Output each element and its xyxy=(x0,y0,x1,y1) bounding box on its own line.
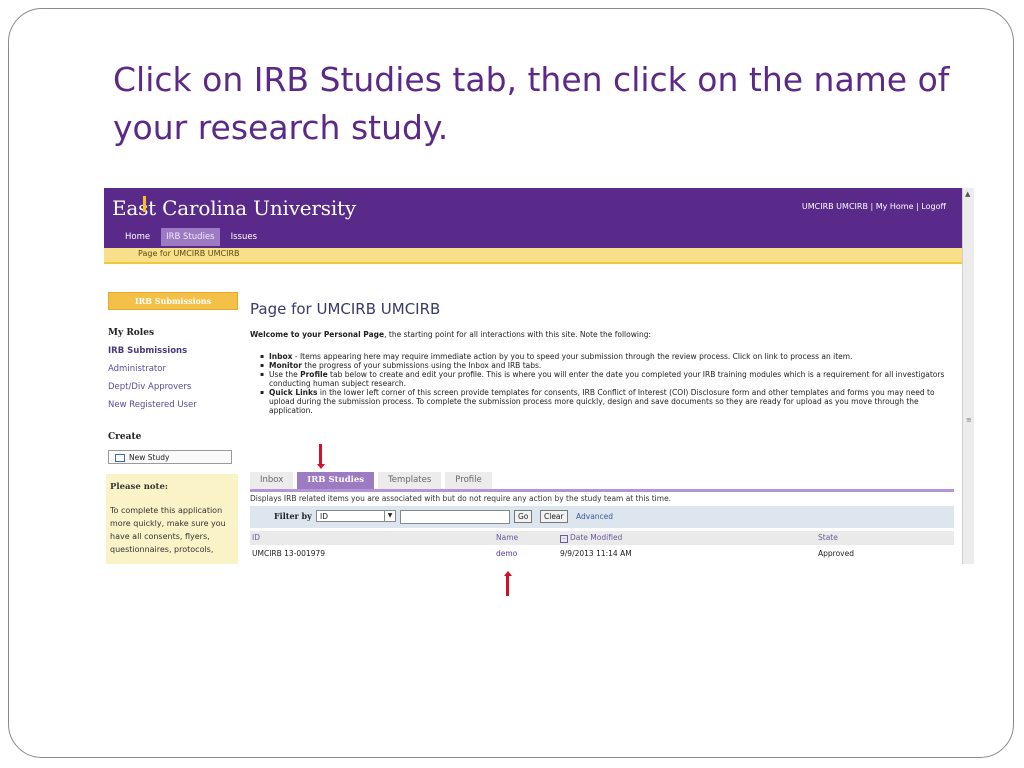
bullet-bold: Monitor xyxy=(269,361,302,370)
filter-label: Filter by xyxy=(274,511,312,521)
instruction-list: Inbox - Items appearing here may require… xyxy=(260,352,960,415)
header-bar: East Carolina University UMCIRB UMCIRB |… xyxy=(104,188,962,248)
logo-accent-mark xyxy=(143,196,146,212)
bullet-text: the progress of your submissions using t… xyxy=(301,361,542,370)
scroll-grip-icon: ≡ xyxy=(966,416,972,424)
new-study-button[interactable]: New Study xyxy=(108,450,232,464)
nav-tab-issues[interactable]: Issues xyxy=(226,228,262,246)
nav-tab-home[interactable]: Home xyxy=(120,228,155,246)
list-item: Inbox - Items appearing here may require… xyxy=(260,352,960,361)
study-tabs: Inbox IRB Studies Templates Profile xyxy=(250,472,492,489)
clear-button[interactable]: Clear xyxy=(540,510,568,523)
tab-inbox[interactable]: Inbox xyxy=(250,472,294,489)
role-link-irb-submissions[interactable]: IRB Submissions xyxy=(108,346,187,356)
tab-irb-studies[interactable]: IRB Studies xyxy=(297,472,375,489)
create-title: Create xyxy=(108,432,142,442)
cell-state: Approved xyxy=(818,549,854,558)
bullet-text: in the lower left corner of this screen … xyxy=(269,388,935,415)
bullet-bold: Profile xyxy=(300,370,328,379)
role-link-new-registered-user[interactable]: New Registered User xyxy=(108,400,197,410)
my-roles-title: My Roles xyxy=(108,328,155,338)
breadcrumb-bar: Page for UMCIRB UMCIRB xyxy=(104,248,962,264)
bullet-text: tab below to create and edit your profil… xyxy=(269,370,945,388)
bullet-text: - Items appearing here may require immed… xyxy=(292,352,853,361)
role-link-dept-approvers[interactable]: Dept/Div Approvers xyxy=(108,382,191,392)
university-logo[interactable]: East Carolina University xyxy=(112,196,356,220)
bullet-bold: Quick Links xyxy=(269,388,318,397)
logo-text: East Carolina University xyxy=(112,196,356,220)
welcome-text: Welcome to your Personal Page, the start… xyxy=(250,330,651,339)
study-name-link[interactable]: demo xyxy=(496,549,517,558)
role-link-administrator[interactable]: Administrator xyxy=(108,364,166,374)
filter-input[interactable] xyxy=(400,510,510,524)
filter-bar: Filter by ID ▼ Go Clear Advanced xyxy=(250,506,954,528)
list-item: Monitor the progress of your submissions… xyxy=(260,361,960,370)
cell-id: UMCIRB 13-001979 xyxy=(252,549,326,558)
arrow-down-indicator xyxy=(319,444,322,464)
column-header-id[interactable]: ID xyxy=(252,533,260,542)
tab-underline xyxy=(250,489,954,492)
document-icon xyxy=(115,454,125,462)
column-header-name[interactable]: Name xyxy=(496,533,518,542)
arrow-down-head xyxy=(316,464,325,469)
main-nav: Home IRB Studies Issues xyxy=(120,228,262,246)
chevron-down-icon: ▼ xyxy=(384,511,395,521)
vertical-scrollbar[interactable]: ▲ ≡ xyxy=(962,188,974,564)
tab-templates[interactable]: Templates xyxy=(378,472,442,489)
filter-selected-value: ID xyxy=(320,512,328,521)
column-header-label: Date Modified xyxy=(570,533,623,542)
irb-submissions-header[interactable]: IRB Submissions xyxy=(108,292,238,310)
column-header-state[interactable]: State xyxy=(818,533,838,542)
sort-icon: − xyxy=(560,535,568,543)
page-heading: Page for UMCIRB UMCIRB xyxy=(250,300,441,318)
go-button[interactable]: Go xyxy=(514,510,533,523)
table-row: UMCIRB 13-001979 demo 9/9/2013 11:14 AM … xyxy=(250,547,954,560)
list-item: Quick Links in the lower left corner of … xyxy=(260,388,960,415)
column-header-date-modified[interactable]: − Date Modified xyxy=(560,533,622,543)
table-header: ID Name − Date Modified State xyxy=(250,531,954,545)
note-box: Please note: To complete this applicatio… xyxy=(106,474,238,564)
list-item: Use the Profile tab below to create and … xyxy=(260,370,960,388)
note-title: Please note: xyxy=(110,482,169,492)
welcome-rest: , the starting point for all interaction… xyxy=(384,330,651,339)
bullet-pre: Use the xyxy=(269,370,301,379)
slide-title: Click on IRB Studies tab, then click on … xyxy=(113,60,950,147)
irb-screenshot: East Carolina University UMCIRB UMCIRB |… xyxy=(104,188,974,564)
advanced-link[interactable]: Advanced xyxy=(576,512,613,521)
scroll-up-icon[interactable]: ▲ xyxy=(965,190,970,198)
new-study-label: New Study xyxy=(129,453,170,462)
cell-date-modified: 9/9/2013 11:14 AM xyxy=(560,549,632,558)
breadcrumb[interactable]: Page for UMCIRB UMCIRB xyxy=(138,249,240,258)
user-links[interactable]: UMCIRB UMCIRB | My Home | Logoff xyxy=(802,202,946,211)
tab-description: Displays IRB related items you are assoc… xyxy=(250,494,672,503)
note-text: To complete this application more quickl… xyxy=(110,506,226,554)
welcome-bold: Welcome to your Personal Page xyxy=(250,330,385,339)
tab-profile[interactable]: Profile xyxy=(445,472,492,489)
nav-tab-irb-studies[interactable]: IRB Studies xyxy=(161,228,220,246)
bullet-bold: Inbox xyxy=(269,352,293,361)
arrow-up-indicator xyxy=(506,576,509,596)
filter-select[interactable]: ID ▼ xyxy=(316,510,396,522)
